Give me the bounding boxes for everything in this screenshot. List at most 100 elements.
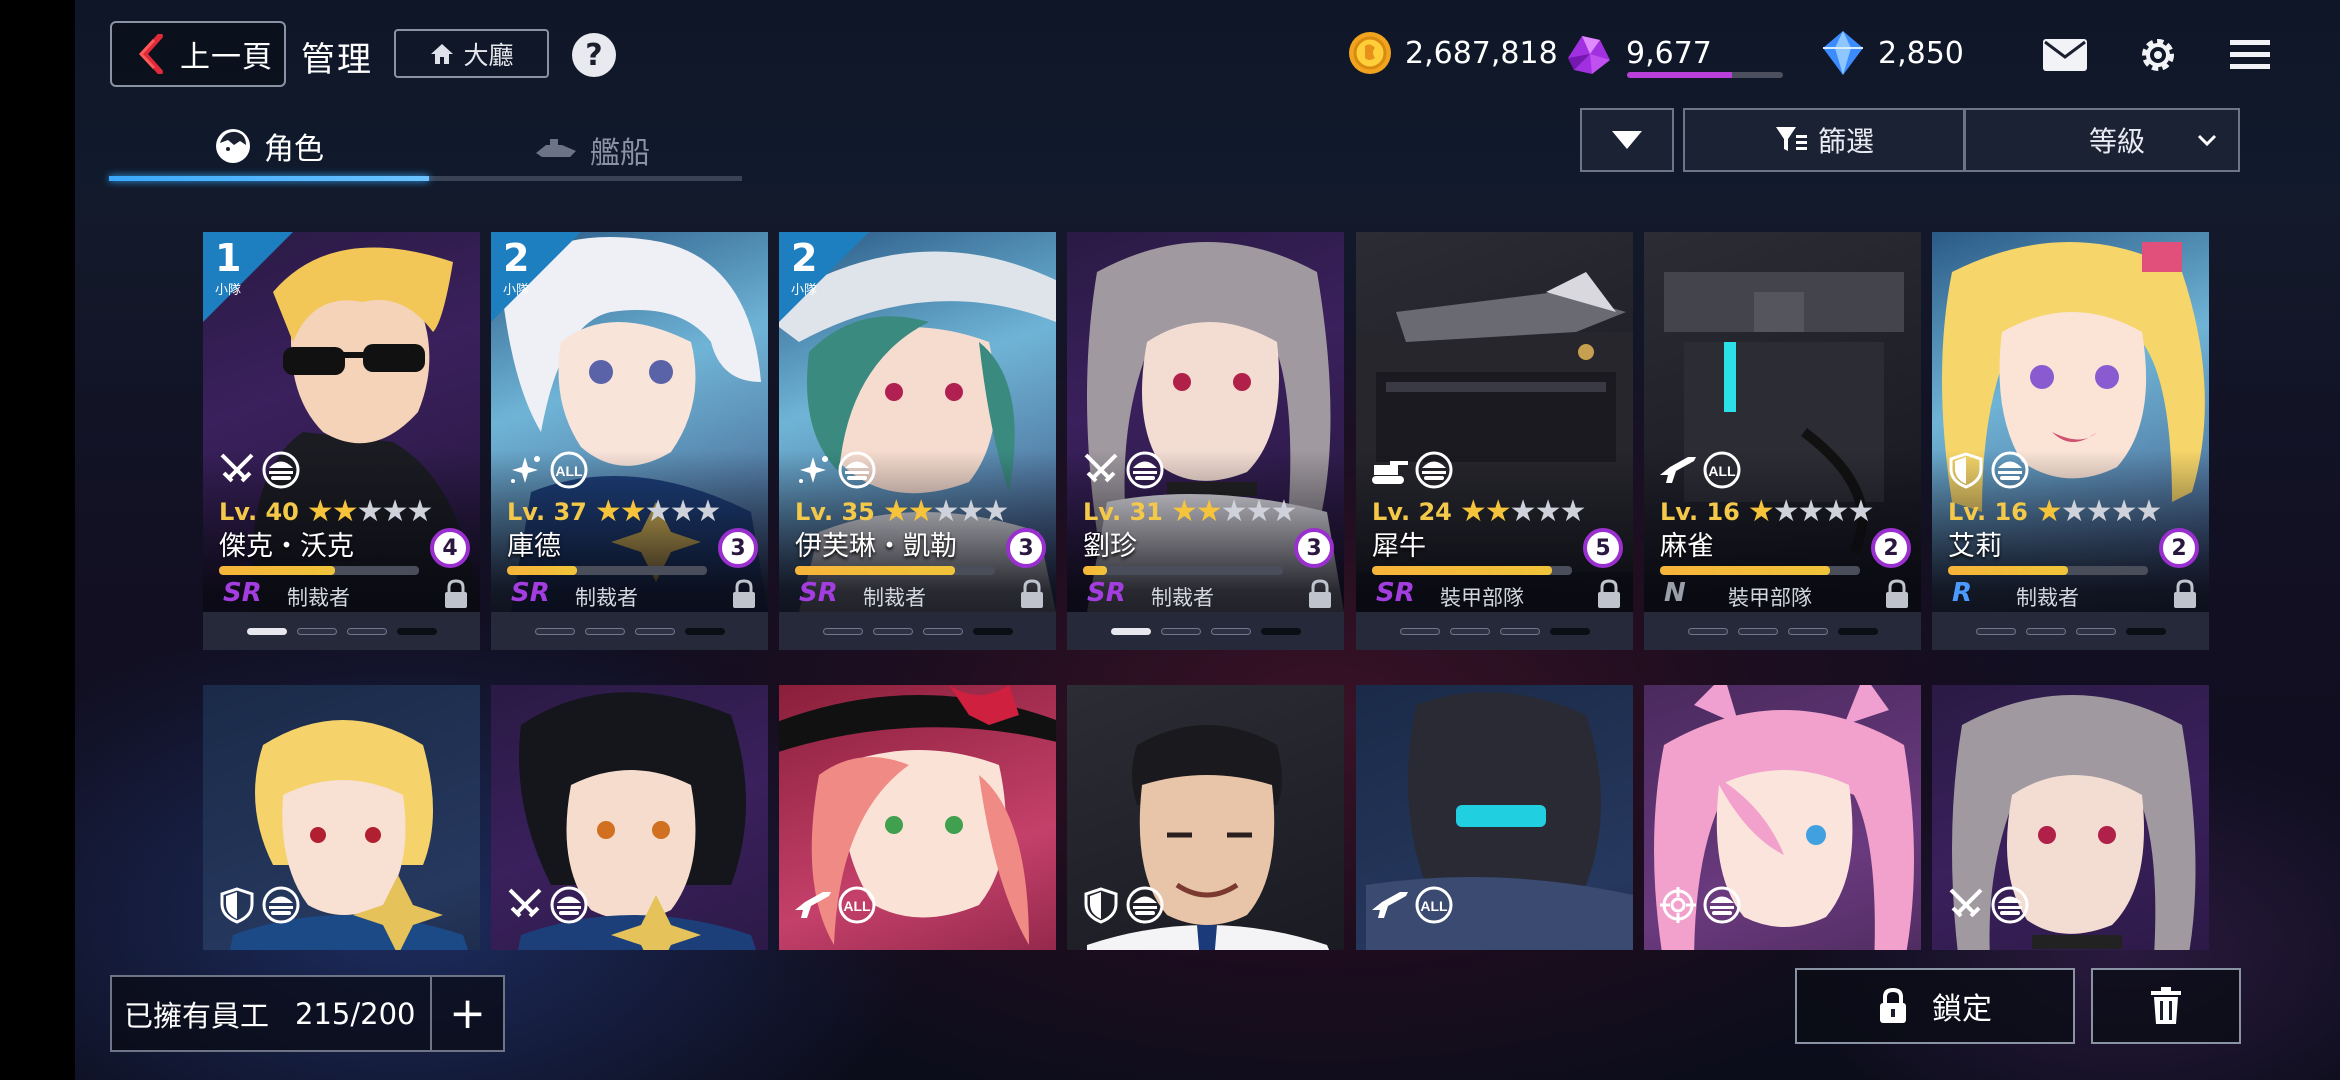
equipment-slot-pip	[1449, 627, 1490, 635]
character-card[interactable]: Lv. 16 ★★★★★ 艾莉 2 R 制裁者	[1932, 232, 2209, 650]
gun-icon	[1658, 450, 1698, 490]
lock-icon[interactable]	[1018, 578, 1046, 610]
level-text: Lv. 31	[1083, 497, 1163, 526]
svg-text:ALL: ALL	[843, 898, 871, 914]
equipment-slot-pip	[584, 627, 625, 635]
sort-dropdown[interactable]: 等級	[1964, 108, 2240, 172]
character-name: 伊芙琳・凱勒	[795, 531, 957, 562]
character-card[interactable]: ALL Lv. 16 ★★★★★ 麻雀 2 N 裝甲部隊	[1644, 232, 1921, 650]
unit-label: 裝甲部隊	[1728, 586, 1812, 610]
lock-button[interactable]: 鎖定	[1795, 968, 2075, 1044]
lock-icon[interactable]	[1883, 578, 1911, 610]
filter-icon	[1775, 127, 1807, 151]
lobby-label: 大廳	[463, 40, 514, 70]
squad-label: 小隊	[503, 283, 530, 298]
burger-icon	[549, 885, 589, 925]
equipment-slot-pip	[1737, 627, 1778, 635]
sort-order-toggle[interactable]	[1580, 108, 1674, 172]
unit-label: 裝甲部隊	[1440, 586, 1524, 610]
purple-crystal-icon	[1568, 36, 1610, 74]
lock-label: 鎖定	[1932, 992, 1992, 1027]
add-slots-button[interactable]: +	[430, 977, 503, 1050]
gear-icon	[2142, 39, 2174, 71]
lock-icon[interactable]	[442, 578, 470, 610]
tab-ships[interactable]: 艦船	[534, 128, 650, 172]
equipment-slot-pip	[634, 627, 675, 635]
affinity-badge: 2	[2159, 528, 2199, 568]
xp-bar-fill	[507, 566, 577, 575]
role-icons: ALL	[793, 885, 877, 925]
filter-button[interactable]: 篩選	[1683, 108, 1965, 172]
character-card[interactable]: ALL	[1356, 685, 1633, 950]
mail-button[interactable]	[2040, 30, 2090, 80]
card-footer	[1067, 612, 1344, 650]
xp-bar	[1083, 566, 1283, 575]
equipment-slot-pip	[684, 627, 725, 635]
crystal-progress-fill	[1627, 72, 1732, 78]
character-card[interactable]	[1932, 685, 2209, 950]
xp-bar	[1660, 566, 1860, 575]
rarity-badge: SR	[1376, 578, 1415, 608]
xp-bar	[219, 566, 419, 575]
character-card[interactable]	[203, 685, 480, 950]
owned-count: 215/200	[295, 996, 416, 1031]
settings-button[interactable]	[2133, 30, 2183, 80]
equipment-slot-pip	[2075, 627, 2116, 635]
lock-icon[interactable]	[1306, 578, 1334, 610]
lock-icon[interactable]	[1595, 578, 1623, 610]
burger-icon	[837, 450, 877, 490]
rarity-badge: R	[1952, 578, 1973, 608]
owned-label: 已擁有員工	[124, 998, 270, 1033]
xp-bar-fill	[1083, 566, 1107, 575]
back-button[interactable]: 上一頁	[110, 21, 286, 87]
character-card[interactable]	[1067, 685, 1344, 950]
sword-icon	[505, 885, 545, 925]
lock-icon[interactable]	[730, 578, 758, 610]
gun-icon	[793, 885, 833, 925]
lobby-button[interactable]: 大廳	[394, 29, 549, 78]
ship-icon	[536, 139, 576, 157]
role-icons	[1658, 885, 1742, 925]
lock-icon	[1880, 987, 1906, 1023]
back-label: 上一頁	[180, 40, 273, 75]
equipment-slot-pip	[1837, 627, 1878, 635]
xp-bar-fill	[1372, 566, 1552, 575]
card-footer	[203, 612, 480, 650]
squad-badge: 2 小隊	[779, 232, 869, 322]
help-button[interactable]: ?	[572, 33, 616, 77]
character-card[interactable]	[491, 685, 768, 950]
blue-diamond-icon	[1823, 31, 1863, 75]
delete-button[interactable]	[2091, 968, 2241, 1044]
squad-badge: 1 小隊	[203, 232, 293, 322]
character-card[interactable]	[1644, 685, 1921, 950]
unit-label: 制裁者	[575, 586, 638, 610]
character-card[interactable]: 2 小隊 Lv. 35 ★★★★★ 伊芙琳・凱勒 3 SR 制裁者	[779, 232, 1056, 650]
sparkle-icon	[793, 450, 833, 490]
card-footer	[1932, 612, 2209, 650]
unit-label: 制裁者	[863, 586, 926, 610]
squad-label: 小隊	[215, 283, 242, 298]
burger-icon	[261, 450, 301, 490]
character-card[interactable]: 1 小隊 Lv. 40 ★★★★★ 傑克・沃克 4 SR 制裁者	[203, 232, 480, 650]
sparkle-icon	[505, 450, 545, 490]
character-card[interactable]: 2 小隊 ALL Lv. 37 ★★★★★ 庫德 3 SR 制裁者	[491, 232, 768, 650]
level-text: Lv. 40	[219, 497, 299, 526]
character-card[interactable]: Lv. 31 ★★★★★ 劉珍 3 SR 制裁者	[1067, 232, 1344, 650]
tab-bar: 角色 艦船	[109, 118, 742, 188]
menu-button[interactable]	[2225, 30, 2275, 80]
character-card[interactable]: Lv. 24 ★★★★★ 犀牛 5 SR 裝甲部隊	[1356, 232, 1633, 650]
card-footer	[1644, 612, 1921, 650]
gold-coin-icon	[1349, 32, 1391, 74]
lock-icon[interactable]	[2171, 578, 2199, 610]
star-rating: ★★★★★	[1747, 494, 1875, 529]
equipment-slot-pip	[1110, 627, 1151, 635]
triangle-down-icon	[1612, 131, 1642, 149]
svg-text:ALL: ALL	[1420, 898, 1448, 914]
equipment-slot-pip	[296, 627, 337, 635]
star-rating: ★★★★★	[594, 494, 722, 529]
equipment-slot-pip	[1160, 627, 1201, 635]
squad-label: 小隊	[791, 283, 818, 298]
tab-characters[interactable]: 角色	[214, 124, 324, 168]
character-card[interactable]: ALL	[779, 685, 1056, 950]
owned-employees-panel: 已擁有員工 215/200 +	[110, 975, 505, 1052]
